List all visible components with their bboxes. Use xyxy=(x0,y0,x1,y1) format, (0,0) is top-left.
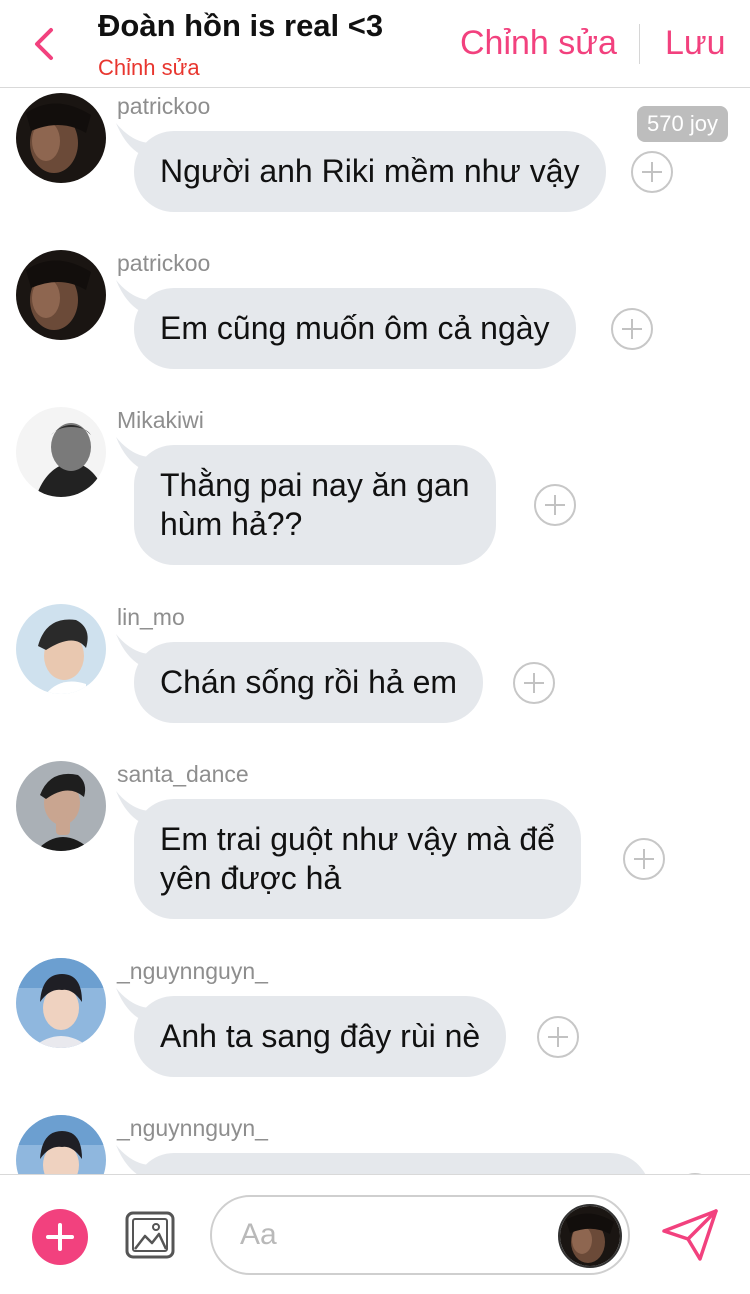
message-bubble[interactable]: Người anh Riki mềm như vậy xyxy=(134,131,606,212)
username: santa_dance xyxy=(117,761,249,787)
add-reaction-icon[interactable] xyxy=(623,838,665,880)
avatar[interactable] xyxy=(16,93,106,183)
composer-bar xyxy=(0,1174,750,1294)
message-text: Chán sống rồi hả em xyxy=(160,664,458,700)
avatar[interactable] xyxy=(558,1204,622,1268)
chat-header: Đoàn hồn is real <3 Chỉnh sửa Chỉnh sửa … xyxy=(0,0,750,88)
chat-subtitle[interactable]: Chỉnh sửa xyxy=(98,55,200,81)
message-item: lin_mo Chán sống rồi hả em xyxy=(0,600,750,750)
message-bubble[interactable]: Chán sống rồi hả em xyxy=(134,642,484,723)
message-text: Em cũng muốn ôm cả ngày xyxy=(160,310,550,346)
send-button[interactable] xyxy=(660,1207,720,1263)
message-bubble[interactable]: Anh ta sang đây rùi nè xyxy=(134,996,507,1077)
username: lin_mo xyxy=(117,604,185,630)
send-icon xyxy=(662,1209,718,1261)
avatar[interactable] xyxy=(16,761,106,851)
message-item: _nguynnguyn_ Anh ta sang đây rùi nè xyxy=(0,954,750,1104)
avatar[interactable] xyxy=(16,604,106,694)
message-bubble[interactable]: Em cũng muốn ôm cả ngày xyxy=(134,288,576,369)
message-bubble[interactable] xyxy=(134,1153,650,1174)
username: patrickoo xyxy=(117,250,211,276)
message-input[interactable] xyxy=(240,1211,540,1259)
message-text-line: hùm hả?? xyxy=(160,506,303,542)
edit-button[interactable]: Chỉnh sửa xyxy=(460,24,617,63)
chat-title: Đoàn hồn is real <3 xyxy=(98,8,384,43)
back-button[interactable] xyxy=(24,20,64,68)
add-reaction-icon[interactable] xyxy=(534,484,576,526)
username: patrickoo xyxy=(117,93,211,119)
username: Mikakiwi xyxy=(117,407,204,433)
add-reaction-icon[interactable] xyxy=(631,151,673,193)
message-text-line: Thằng pai nay ăn gan xyxy=(160,467,470,503)
message-bubble[interactable]: Thằng pai nay ăn gan hùm hả?? xyxy=(134,445,496,565)
message-input-box[interactable] xyxy=(210,1195,630,1275)
message-bubble[interactable]: Em trai guột như vậy mà để yên được hả xyxy=(134,799,581,919)
chat-message-list[interactable]: patrickoo Người anh Riki mềm như vậy 570… xyxy=(0,89,750,1174)
image-icon xyxy=(125,1211,175,1259)
avatar[interactable] xyxy=(16,250,106,340)
joy-badge: 570 joy xyxy=(637,106,728,142)
avatar[interactable] xyxy=(16,958,106,1048)
message-item: santa_dance Em trai guột như vậy mà để y… xyxy=(0,757,750,947)
avatar[interactable] xyxy=(16,1115,106,1174)
message-item: _nguynnguyn_ xyxy=(0,1111,750,1174)
message-text-line: yên được hả xyxy=(160,860,342,896)
header-divider xyxy=(639,24,640,64)
avatar[interactable] xyxy=(16,407,106,497)
plus-icon[interactable] xyxy=(32,1209,88,1265)
message-text: Người anh Riki mềm như vậy xyxy=(160,153,580,189)
message-item: patrickoo Người anh Riki mềm như vậy 570… xyxy=(0,89,750,239)
message-item: Mikakiwi Thằng pai nay ăn gan hùm hả?? xyxy=(0,403,750,593)
image-button[interactable] xyxy=(124,1210,176,1260)
save-button[interactable]: Lưu xyxy=(665,24,726,63)
message-text-line: Em trai guột như vậy mà để xyxy=(160,821,555,857)
username: _nguynnguyn_ xyxy=(117,958,268,984)
message-item: patrickoo Em cũng muốn ôm cả ngày xyxy=(0,246,750,396)
message-text: Anh ta sang đây rùi nè xyxy=(160,1018,481,1054)
add-reaction-icon[interactable] xyxy=(537,1016,579,1058)
chevron-left-icon xyxy=(35,28,53,60)
username: _nguynnguyn_ xyxy=(117,1115,268,1141)
add-reaction-icon[interactable] xyxy=(513,662,555,704)
add-reaction-icon[interactable] xyxy=(611,308,653,350)
